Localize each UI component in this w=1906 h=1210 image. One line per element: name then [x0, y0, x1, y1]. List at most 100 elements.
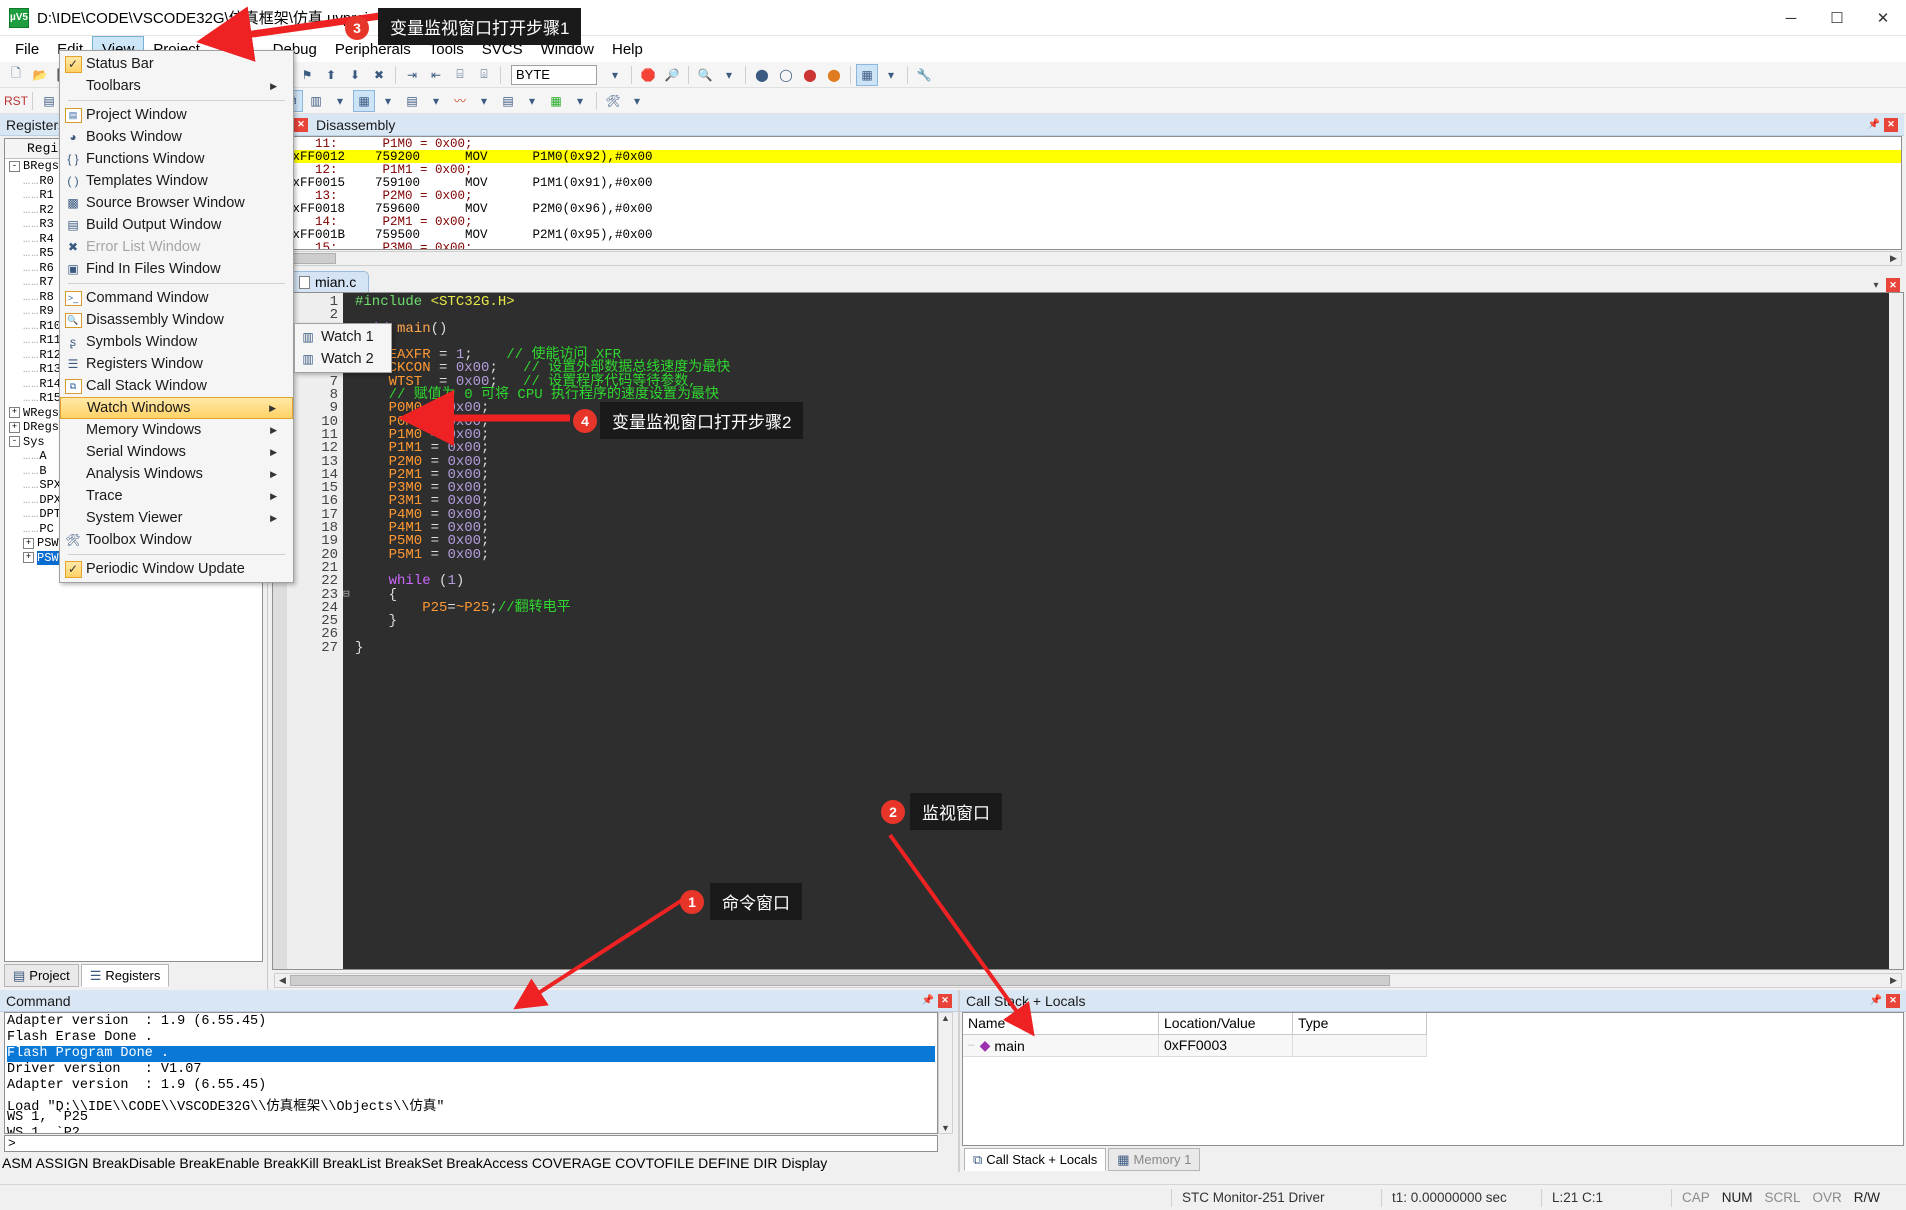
disassembly-close-icon[interactable]: ✕ [1884, 117, 1898, 132]
toolbox-icon[interactable]: 🛠 [602, 90, 624, 112]
trace-dropdown-icon[interactable]: ▾ [521, 90, 543, 112]
bookmark-toggle-icon[interactable]: ⚑ [296, 64, 318, 86]
serial-dropdown-icon[interactable]: ▾ [425, 90, 447, 112]
menu-help[interactable]: Help [603, 36, 652, 62]
disassembly-row[interactable]: 0xFF0015 759100 MOV P1M1(0x91),#0x00 [275, 176, 1901, 190]
editor-tab-mian-c[interactable]: mian.c [286, 271, 370, 292]
tree-toggle-icon[interactable]: + [9, 421, 20, 433]
watch-dropdown-icon[interactable]: ▾ [329, 90, 351, 112]
disassembly-hscrollbar[interactable]: ◀ ▶ [274, 251, 1902, 266]
trace-icon[interactable]: ▤ [497, 90, 519, 112]
dock-tab-memory-1[interactable]: ▦ Memory 1 [1108, 1148, 1201, 1171]
column-header-location[interactable]: Location/Value [1159, 1013, 1293, 1035]
menu-item-toolbox-window[interactable]: 🛠 Toolbox Window [60, 529, 293, 551]
menu-file[interactable]: File [6, 36, 48, 62]
disassembly-row[interactable]: 0xFF0018 759600 MOV P2M0(0x96),#0x00 [275, 202, 1901, 216]
watch-window-icon[interactable]: ▥ [305, 90, 327, 112]
close-icon[interactable]: ✕ [294, 117, 308, 132]
menu-item-build-output-window[interactable]: ▤ Build Output Window [60, 214, 293, 236]
dock-tab-call-stack-locals[interactable]: ⧉ Call Stack + Locals [964, 1148, 1107, 1171]
menu-item-find-in-files-window[interactable]: ▣ Find In Files Window [60, 258, 293, 280]
kill-all-breakpoints-icon[interactable]: 🔎 [661, 64, 683, 86]
menu-item-call-stack-window[interactable]: ⧉ Call Stack Window [60, 375, 293, 397]
tree-toggle-icon[interactable]: + [23, 537, 34, 549]
table-row[interactable]: ┈ ◆ main 0xFF0003 [963, 1035, 1903, 1057]
toolbox-dropdown-icon[interactable]: ▾ [626, 90, 648, 112]
disassembly-row[interactable]: 14: P2M1 = 0x00; [275, 215, 1901, 229]
breakpoint-red-icon[interactable]: ⬤ [799, 64, 821, 86]
menu-item-watch-1[interactable]: ▥ Watch 1 [295, 326, 391, 348]
column-header-type[interactable]: Type [1293, 1013, 1427, 1035]
disassembly-listing[interactable]: 11: P1M0 = 0x00; 0xFF0012 759200 MOV P1M0… [274, 136, 1902, 250]
open-file-icon[interactable]: 📂 [29, 64, 51, 86]
fold-toggle-icon[interactable]: ⊟ [343, 589, 355, 602]
insert-breakpoint-icon[interactable]: 🛑 [637, 64, 659, 86]
disassembly-row[interactable]: 0xFF001B 759500 MOV P2M1(0x95),#0x00 [275, 228, 1901, 242]
bookmark-next-icon[interactable]: ⬇ [344, 64, 366, 86]
memory-window-icon[interactable]: ▦ [353, 89, 375, 112]
editor-scroll-left-icon[interactable]: ◀ [275, 975, 290, 986]
analysis-window-icon[interactable]: 〰 [449, 90, 471, 112]
menu-item-status-bar[interactable]: ✓ Status Bar [60, 53, 293, 75]
new-file-icon[interactable]: 🗋 [5, 64, 27, 86]
menu-item-books-window[interactable]: ◕ Books Window [60, 126, 293, 148]
editor-scroll-right-icon[interactable]: ▶ [1886, 975, 1901, 986]
datatype-combo[interactable]: BYTE [511, 64, 597, 85]
command-input[interactable]: > [4, 1135, 938, 1152]
command-close-icon[interactable]: ✕ [938, 993, 952, 1008]
memory-dropdown-icon[interactable]: ▾ [377, 90, 399, 112]
minimize-button[interactable]: ─ [1768, 0, 1814, 36]
dock-tab-registers[interactable]: ☰ Registers [80, 964, 170, 987]
tree-toggle-icon[interactable]: + [23, 552, 34, 564]
menu-item-registers-window[interactable]: ☰ Registers Window [60, 353, 293, 375]
menu-item-watch-windows[interactable]: Watch Windows ▶ [60, 397, 293, 419]
combo-dropdown-icon[interactable]: ▾ [604, 64, 626, 86]
call-stack-pin-icon[interactable]: 📌 [1869, 994, 1883, 1008]
bookmark-prev-icon[interactable]: ⬆ [320, 64, 342, 86]
editor-scroll-thumb[interactable] [290, 975, 1390, 986]
disassembly-row[interactable]: 12: P1M1 = 0x00; [275, 163, 1901, 177]
view-menu-dropdown[interactable]: ✓ Status Bar Toolbars ▶ ▤ Project Window ◕ Book… [59, 50, 294, 583]
watch-windows-submenu[interactable]: ▥ Watch 1 ▥ Watch 2 [294, 323, 392, 373]
disassembly-row[interactable]: 15: P3M0 = 0x00; [275, 241, 1901, 249]
menu-item-disassembly-window[interactable]: 🔍 Disassembly Window [60, 309, 293, 331]
disable-all-breakpoints-icon[interactable]: ◯ [775, 64, 797, 86]
disassembly-row[interactable]: 13: P2M0 = 0x00; [275, 189, 1901, 203]
menu-item-analysis-windows[interactable]: Analysis Windows ▶ [60, 463, 293, 485]
run-icon[interactable]: ▤ [38, 90, 60, 112]
menu-item-source-browser-window[interactable]: ▩ Source Browser Window [60, 192, 293, 214]
disassembly-pin-icon[interactable]: 📌 [1867, 118, 1881, 132]
analysis-dropdown-icon[interactable]: ▾ [473, 90, 495, 112]
menu-item-system-viewer[interactable]: System Viewer ▶ [60, 507, 293, 529]
menu-item-command-window[interactable]: >_ Command Window [60, 287, 293, 309]
menu-item-serial-windows[interactable]: Serial Windows ▶ [60, 441, 293, 463]
scroll-right-icon[interactable]: ▶ [1886, 253, 1901, 264]
menu-item-templates-window[interactable]: ( ) Templates Window [60, 170, 293, 192]
editor-vscrollbar[interactable] [1889, 293, 1903, 969]
system-viewer-dropdown-icon[interactable]: ▾ [569, 90, 591, 112]
breakpoint-orange-icon[interactable]: ⬤ [823, 64, 845, 86]
tree-toggle-icon[interactable]: + [9, 407, 20, 419]
reset-icon[interactable]: RST [4, 90, 28, 112]
menu-item-memory-windows[interactable]: Memory Windows ▶ [60, 419, 293, 441]
menu-item-project-window[interactable]: ▤ Project Window [60, 104, 293, 126]
column-header-name[interactable]: Name [963, 1013, 1159, 1035]
find-icon[interactable]: 🔍 [694, 64, 716, 86]
menu-item-symbols-window[interactable]: ʂ Symbols Window [60, 331, 293, 353]
serial-window-icon[interactable]: ▤ [401, 90, 423, 112]
menu-item-trace[interactable]: Trace ▶ [60, 485, 293, 507]
outdent-icon[interactable]: ⇤ [425, 64, 447, 86]
dock-tab-project[interactable]: ▤ Project [4, 964, 79, 987]
scroll-thumb[interactable] [290, 253, 336, 264]
target-options-icon[interactable]: ▦ [856, 63, 878, 86]
command-output[interactable]: Adapter version : 1.9 (6.55.45) Flash Era… [4, 1012, 938, 1134]
target-dropdown-icon[interactable]: ▾ [880, 64, 902, 86]
disassembly-row[interactable]: 11: P1M0 = 0x00; [275, 137, 1901, 151]
menu-item-watch-2[interactable]: ▥ Watch 2 [295, 348, 391, 370]
enable-breakpoint-icon[interactable]: ⬤ [751, 64, 773, 86]
disassembly-row[interactable]: 0xFF0012 759200 MOV P1M0(0x92),#0x00 [275, 150, 1901, 164]
tree-toggle-icon[interactable]: - [9, 436, 20, 448]
configure-icon[interactable]: 🔧 [913, 64, 935, 86]
editor-pin-icon[interactable]: ▾ [1869, 278, 1883, 292]
call-stack-table[interactable]: Name Location/Value Type ┈ ◆ main 0xFF00… [962, 1012, 1904, 1146]
